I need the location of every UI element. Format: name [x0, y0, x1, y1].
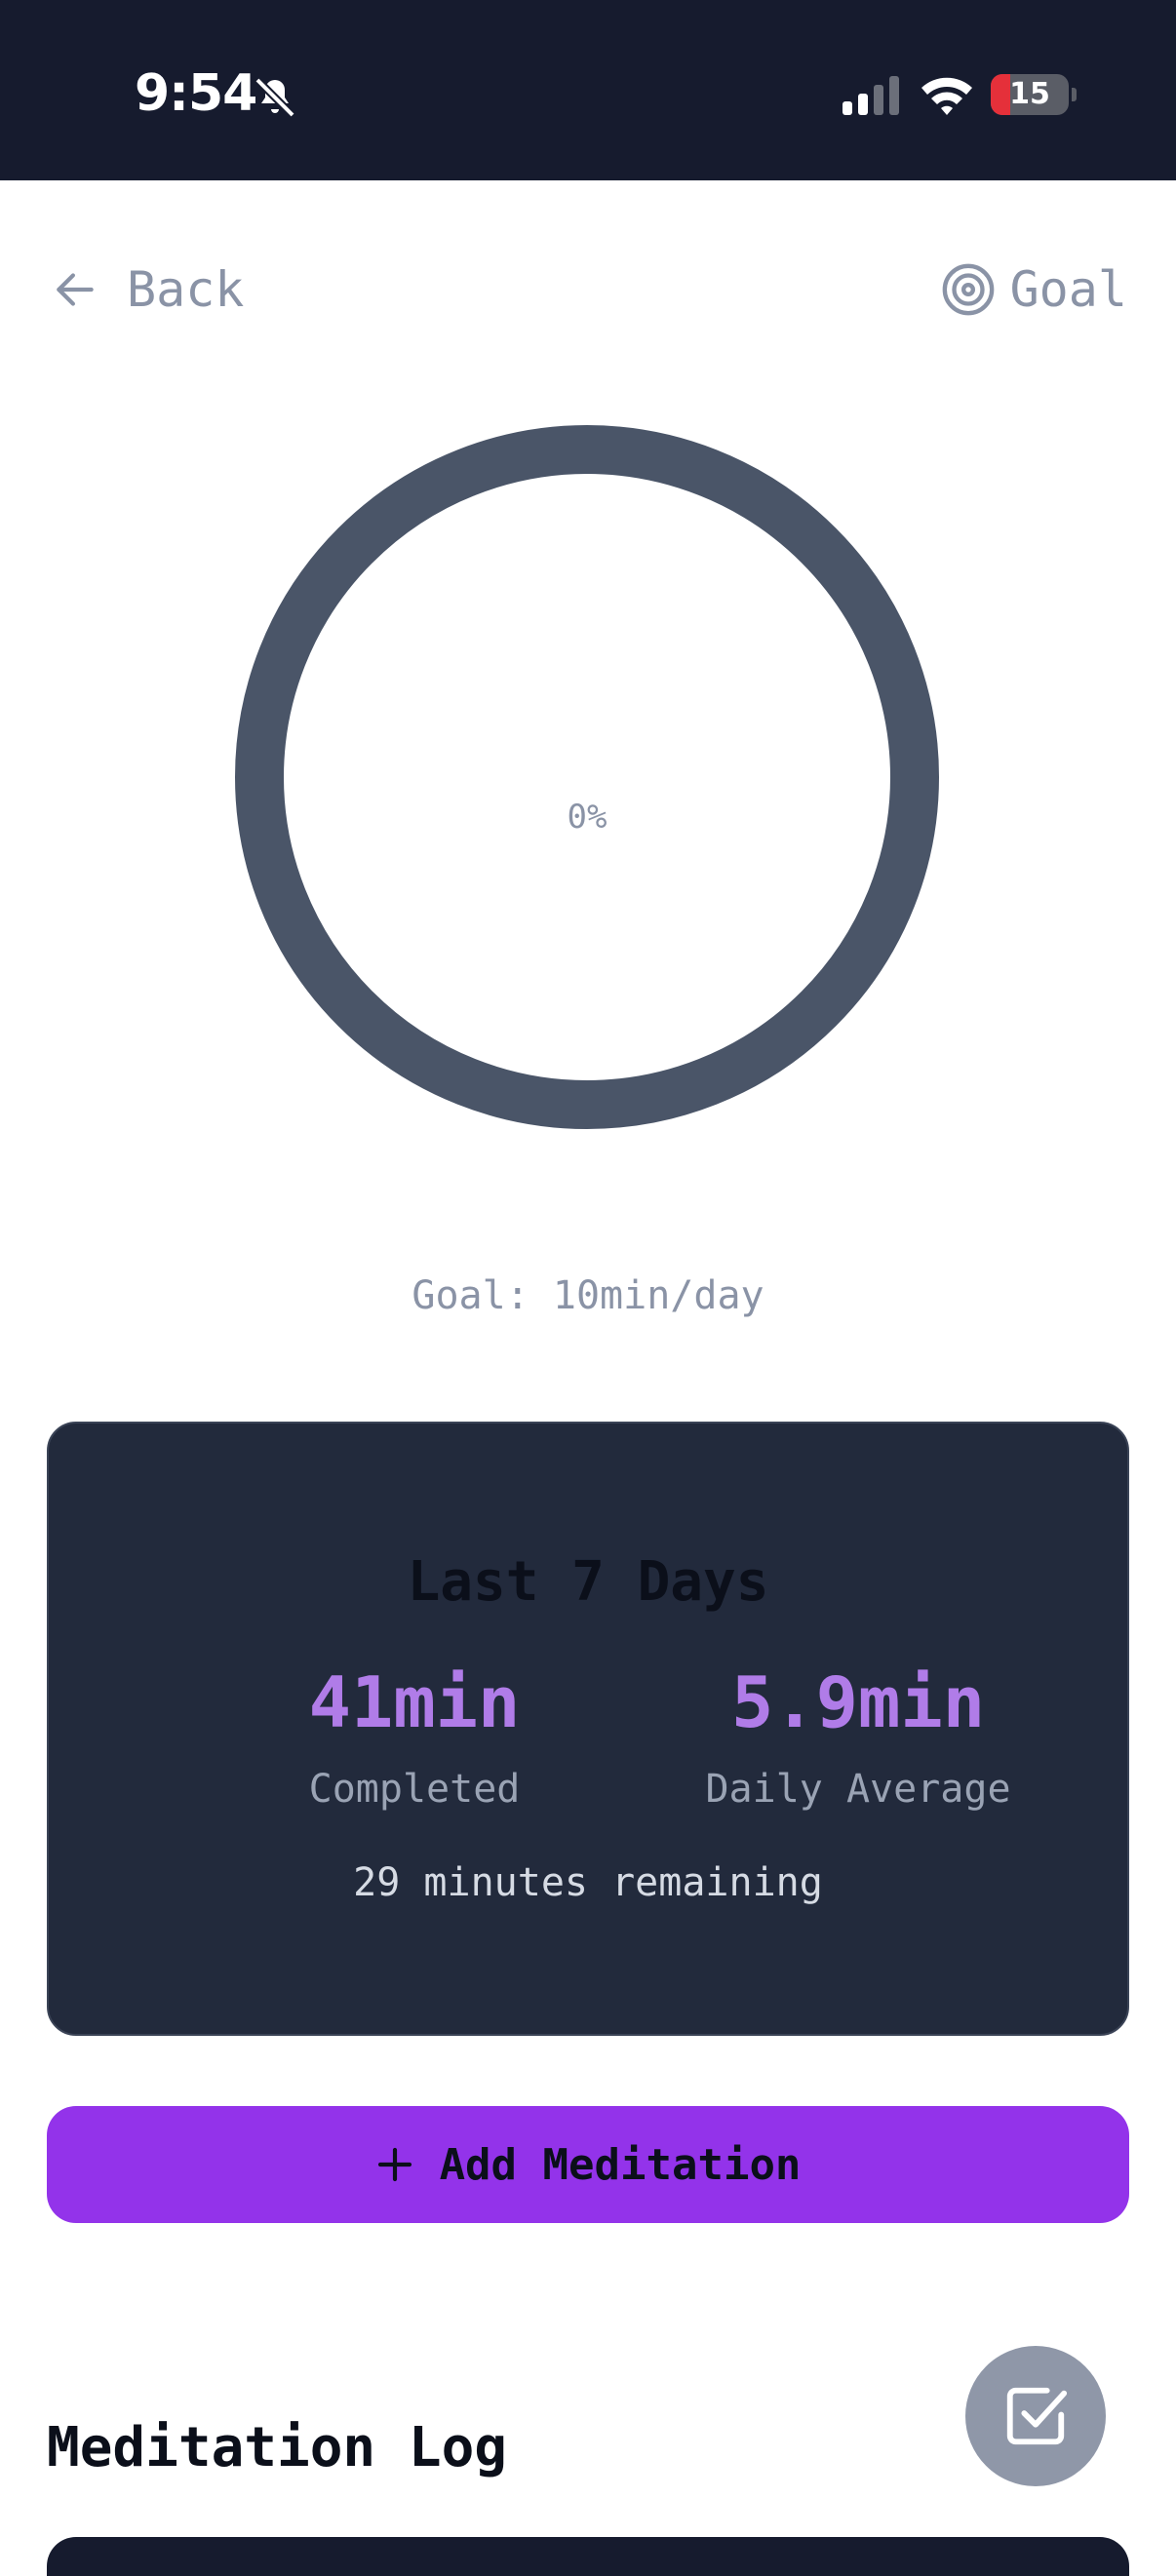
meditation-log-title: Meditation Log — [47, 2416, 508, 2479]
battery-indicator: 15 — [991, 74, 1069, 115]
remaining-text: 29 minutes remaining — [353, 1860, 823, 1905]
signal-icon — [843, 76, 899, 115]
goal-button[interactable]: Goal — [940, 261, 1127, 318]
average-value: 5.9min — [730, 1661, 986, 1743]
daily-goal-text: Goal: 10min/day — [412, 1273, 764, 1318]
target-icon — [942, 263, 994, 316]
average-label: Daily Average — [705, 1767, 1011, 1812]
stat-daily-average: 5.9min Daily Average — [634, 1667, 1082, 1812]
plus-icon — [377, 2147, 412, 2182]
back-label: Back — [127, 261, 245, 318]
goal-label: Goal — [1009, 261, 1127, 318]
status-bar: 9:54 15 — [0, 0, 1176, 180]
add-meditation-label: Add Meditation — [439, 2139, 802, 2190]
arrow-left-icon — [57, 273, 94, 306]
stat-completed: 41min Completed — [254, 1667, 575, 1812]
status-time: 9:54 — [135, 64, 257, 123]
battery-level: 15 — [1009, 77, 1050, 111]
progress-ring — [235, 425, 939, 1129]
stats-card: Last 7 Days 41min Completed 5.9min Daily… — [47, 1422, 1129, 2036]
progress-percent: 0% — [567, 798, 608, 837]
wifi-icon — [921, 77, 972, 115]
add-meditation-button[interactable]: Add Meditation — [47, 2106, 1129, 2223]
stats-title: Last 7 Days — [407, 1550, 769, 1614]
battery-cap — [1072, 88, 1077, 101]
back-button[interactable]: Back — [51, 261, 244, 318]
check-square-icon — [1006, 2387, 1068, 2445]
floating-action-button[interactable] — [965, 2346, 1106, 2486]
bell-slash-icon — [255, 77, 295, 118]
meditation-log-card — [47, 2537, 1129, 2576]
completed-label: Completed — [308, 1767, 521, 1812]
completed-value: 41min — [308, 1661, 521, 1743]
progress-ring-track — [235, 425, 939, 1129]
